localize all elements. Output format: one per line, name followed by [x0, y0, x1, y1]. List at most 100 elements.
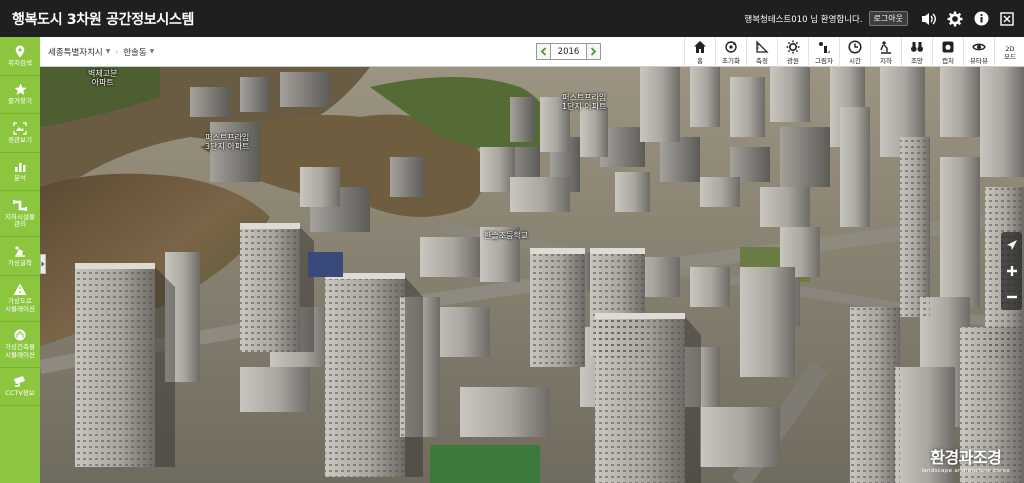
- zoom-in-button[interactable]: [1001, 258, 1022, 284]
- caret-down-icon: ▼: [105, 48, 111, 55]
- tool-label: 지하: [880, 56, 892, 65]
- sidebar-item-virtual-building[interactable]: 가상건축물 시뮬레이션: [0, 322, 40, 368]
- watermark-sub: landscape architecture korea: [921, 468, 1010, 474]
- excavation-icon: [13, 245, 27, 258]
- sun-icon: [786, 40, 800, 53]
- logout-button[interactable]: 로그아웃: [868, 11, 908, 26]
- tool-label: 조망: [911, 56, 923, 65]
- sidebar-item-label: 지하시설물 관리: [5, 212, 35, 228]
- analysis-chart-icon: [13, 160, 27, 173]
- map-toolbar: 세종특별자치시 ▼ › 한솔동 ▼ 2016 홈 초기화 측정 광원 그림자 시…: [40, 37, 1024, 67]
- tool-view-button[interactable]: 조망: [901, 37, 932, 67]
- sidebar-item-favorites[interactable]: 즐겨찾기: [0, 76, 40, 114]
- tool-label: 2D 모드: [1004, 44, 1016, 61]
- home-icon: [694, 40, 706, 53]
- eye-icon: [972, 43, 986, 50]
- compass-button[interactable]: [1001, 232, 1022, 258]
- tool-light-button[interactable]: 광원: [777, 37, 808, 67]
- star-icon: [13, 83, 27, 96]
- settings-gear-icon[interactable]: [944, 8, 966, 30]
- caret-right-icon: [41, 261, 45, 267]
- tool-time-button[interactable]: 시간: [839, 37, 870, 67]
- location-pin-icon: [13, 45, 27, 58]
- reset-icon: [725, 40, 737, 53]
- tool-label: 초기화: [722, 56, 740, 65]
- road-icon: [13, 283, 27, 296]
- shadow-icon: [819, 41, 830, 53]
- compass-arrow-icon: [1006, 240, 1017, 250]
- tool-group: 홈 초기화 측정 광원 그림자 시간 지하 조망 캡처 뷰타뷰 2D 모드: [684, 37, 1024, 67]
- breadcrumb-city-dropdown[interactable]: 세종특별자치시 ▼: [48, 46, 110, 58]
- sidebar-item-label: 분석: [14, 174, 26, 182]
- zoom-control: [1001, 232, 1022, 310]
- watermark-main: 환경과조경: [930, 448, 1002, 467]
- year-value: 2016: [551, 43, 586, 60]
- map-label-hansol-school: 한솔초등학교: [484, 231, 529, 240]
- tool-reset-button[interactable]: 초기화: [715, 37, 746, 67]
- tool-label: 홈: [697, 56, 703, 65]
- sidebar-item-analysis[interactable]: 분석: [0, 153, 40, 191]
- sidebar-item-virtual-excavation[interactable]: 가상굴착: [0, 237, 40, 276]
- speaker-icon[interactable]: [918, 8, 940, 30]
- tool-2d-mode-button[interactable]: 2D 모드: [994, 37, 1024, 67]
- tool-underground-button[interactable]: 지하: [870, 37, 901, 67]
- plus-icon: [1006, 266, 1017, 276]
- tool-capture-button[interactable]: 캡처: [932, 37, 963, 67]
- info-icon[interactable]: [970, 8, 992, 30]
- pipe-icon: [13, 199, 27, 212]
- aerial-city-scene: [40, 67, 1024, 483]
- tool-label: 그림자: [815, 56, 833, 65]
- breadcrumb: 세종특별자치시 ▼ › 한솔동 ▼: [40, 46, 154, 58]
- breadcrumb-separator: ›: [115, 47, 119, 56]
- sidebar-item-underground-facility[interactable]: 지하시설물 관리: [0, 191, 40, 237]
- left-sidebar: 위치검색 즐겨찾기 경관보기 분석 지하시설물 관리 가상굴착 가상도로 시뮬레…: [0, 37, 40, 483]
- camera-icon: [942, 41, 954, 52]
- binoculars-icon: [911, 41, 923, 52]
- sidebar-item-location-search[interactable]: 위치검색: [0, 37, 40, 76]
- underground-icon: [880, 40, 891, 54]
- tool-label: 광원: [787, 56, 799, 65]
- sidebar-item-label: 위치검색: [8, 58, 32, 67]
- chevron-left-icon: [540, 47, 547, 56]
- breadcrumb-district-label: 한솔동: [123, 47, 147, 58]
- header-bar: 행복도시 3차원 공간정보시스템 행복청테스트010 님 환영합니다. 로그아웃: [0, 0, 1024, 37]
- tool-measure-button[interactable]: 측정: [746, 37, 777, 67]
- sidebar-item-label: 가상건축물 시뮬레이션: [5, 343, 35, 359]
- tool-label: 뷰타뷰: [970, 56, 988, 65]
- caret-down-icon: ▼: [149, 48, 155, 55]
- minus-icon: [1006, 295, 1017, 299]
- sidebar-collapse-handle[interactable]: [40, 254, 46, 274]
- welcome-text: 행복청테스트010 님 환영합니다.: [744, 14, 863, 25]
- tool-label: 시간: [849, 56, 861, 65]
- tool-shadow-button[interactable]: 그림자: [808, 37, 839, 67]
- building-icon: [13, 329, 27, 342]
- 3d-map-view[interactable]: 벽제고분 아파트 퍼스트프라임 3단지 아파트 퍼스트프라임 1단지 아파트 한…: [40, 67, 1024, 483]
- watermark: 환경과조경 landscape architecture korea: [922, 444, 1010, 474]
- sidebar-item-label: 경관보기: [8, 135, 32, 144]
- header-user-area: 행복청테스트010 님 환영합니다. 로그아웃: [744, 0, 1024, 37]
- sidebar-item-cctv[interactable]: CCTV정보: [0, 368, 40, 406]
- next-year-button[interactable]: [586, 43, 601, 60]
- clock-icon: [848, 39, 862, 54]
- app-title: 행복도시 3차원 공간정보시스템: [12, 11, 195, 28]
- fullscreen-icon[interactable]: [996, 8, 1018, 30]
- sidebar-item-label: 가상굴착: [8, 258, 32, 267]
- app-window: 행복도시 3차원 공간정보시스템 행복청테스트010 님 환영합니다. 로그아웃…: [0, 0, 1024, 483]
- map-label-byeokje-apt: 벽제고분 아파트: [88, 69, 118, 87]
- breadcrumb-district-dropdown[interactable]: 한솔동 ▼: [123, 46, 154, 58]
- breadcrumb-city-label: 세종특별자치시: [48, 47, 103, 58]
- year-selector: 2016: [536, 43, 601, 60]
- sidebar-item-virtual-road[interactable]: 가상도로 시뮬레이션: [0, 276, 40, 322]
- landscape-view-icon: [13, 121, 27, 135]
- sidebar-item-label: 가상도로 시뮬레이션: [5, 297, 35, 313]
- map-label-firstprime-1: 퍼스트프라임 1단지 아파트: [562, 93, 607, 111]
- measure-icon: [756, 39, 769, 53]
- zoom-out-button[interactable]: [1001, 284, 1022, 310]
- sidebar-item-landscape-view[interactable]: 경관보기: [0, 114, 40, 153]
- previous-year-button[interactable]: [536, 43, 551, 60]
- tool-label: 캡처: [942, 56, 954, 65]
- sidebar-item-label: CCTV정보: [5, 389, 35, 397]
- tool-view-to-view-button[interactable]: 뷰타뷰: [963, 37, 994, 67]
- tool-label: 측정: [756, 56, 768, 65]
- tool-home-button[interactable]: 홈: [684, 37, 715, 67]
